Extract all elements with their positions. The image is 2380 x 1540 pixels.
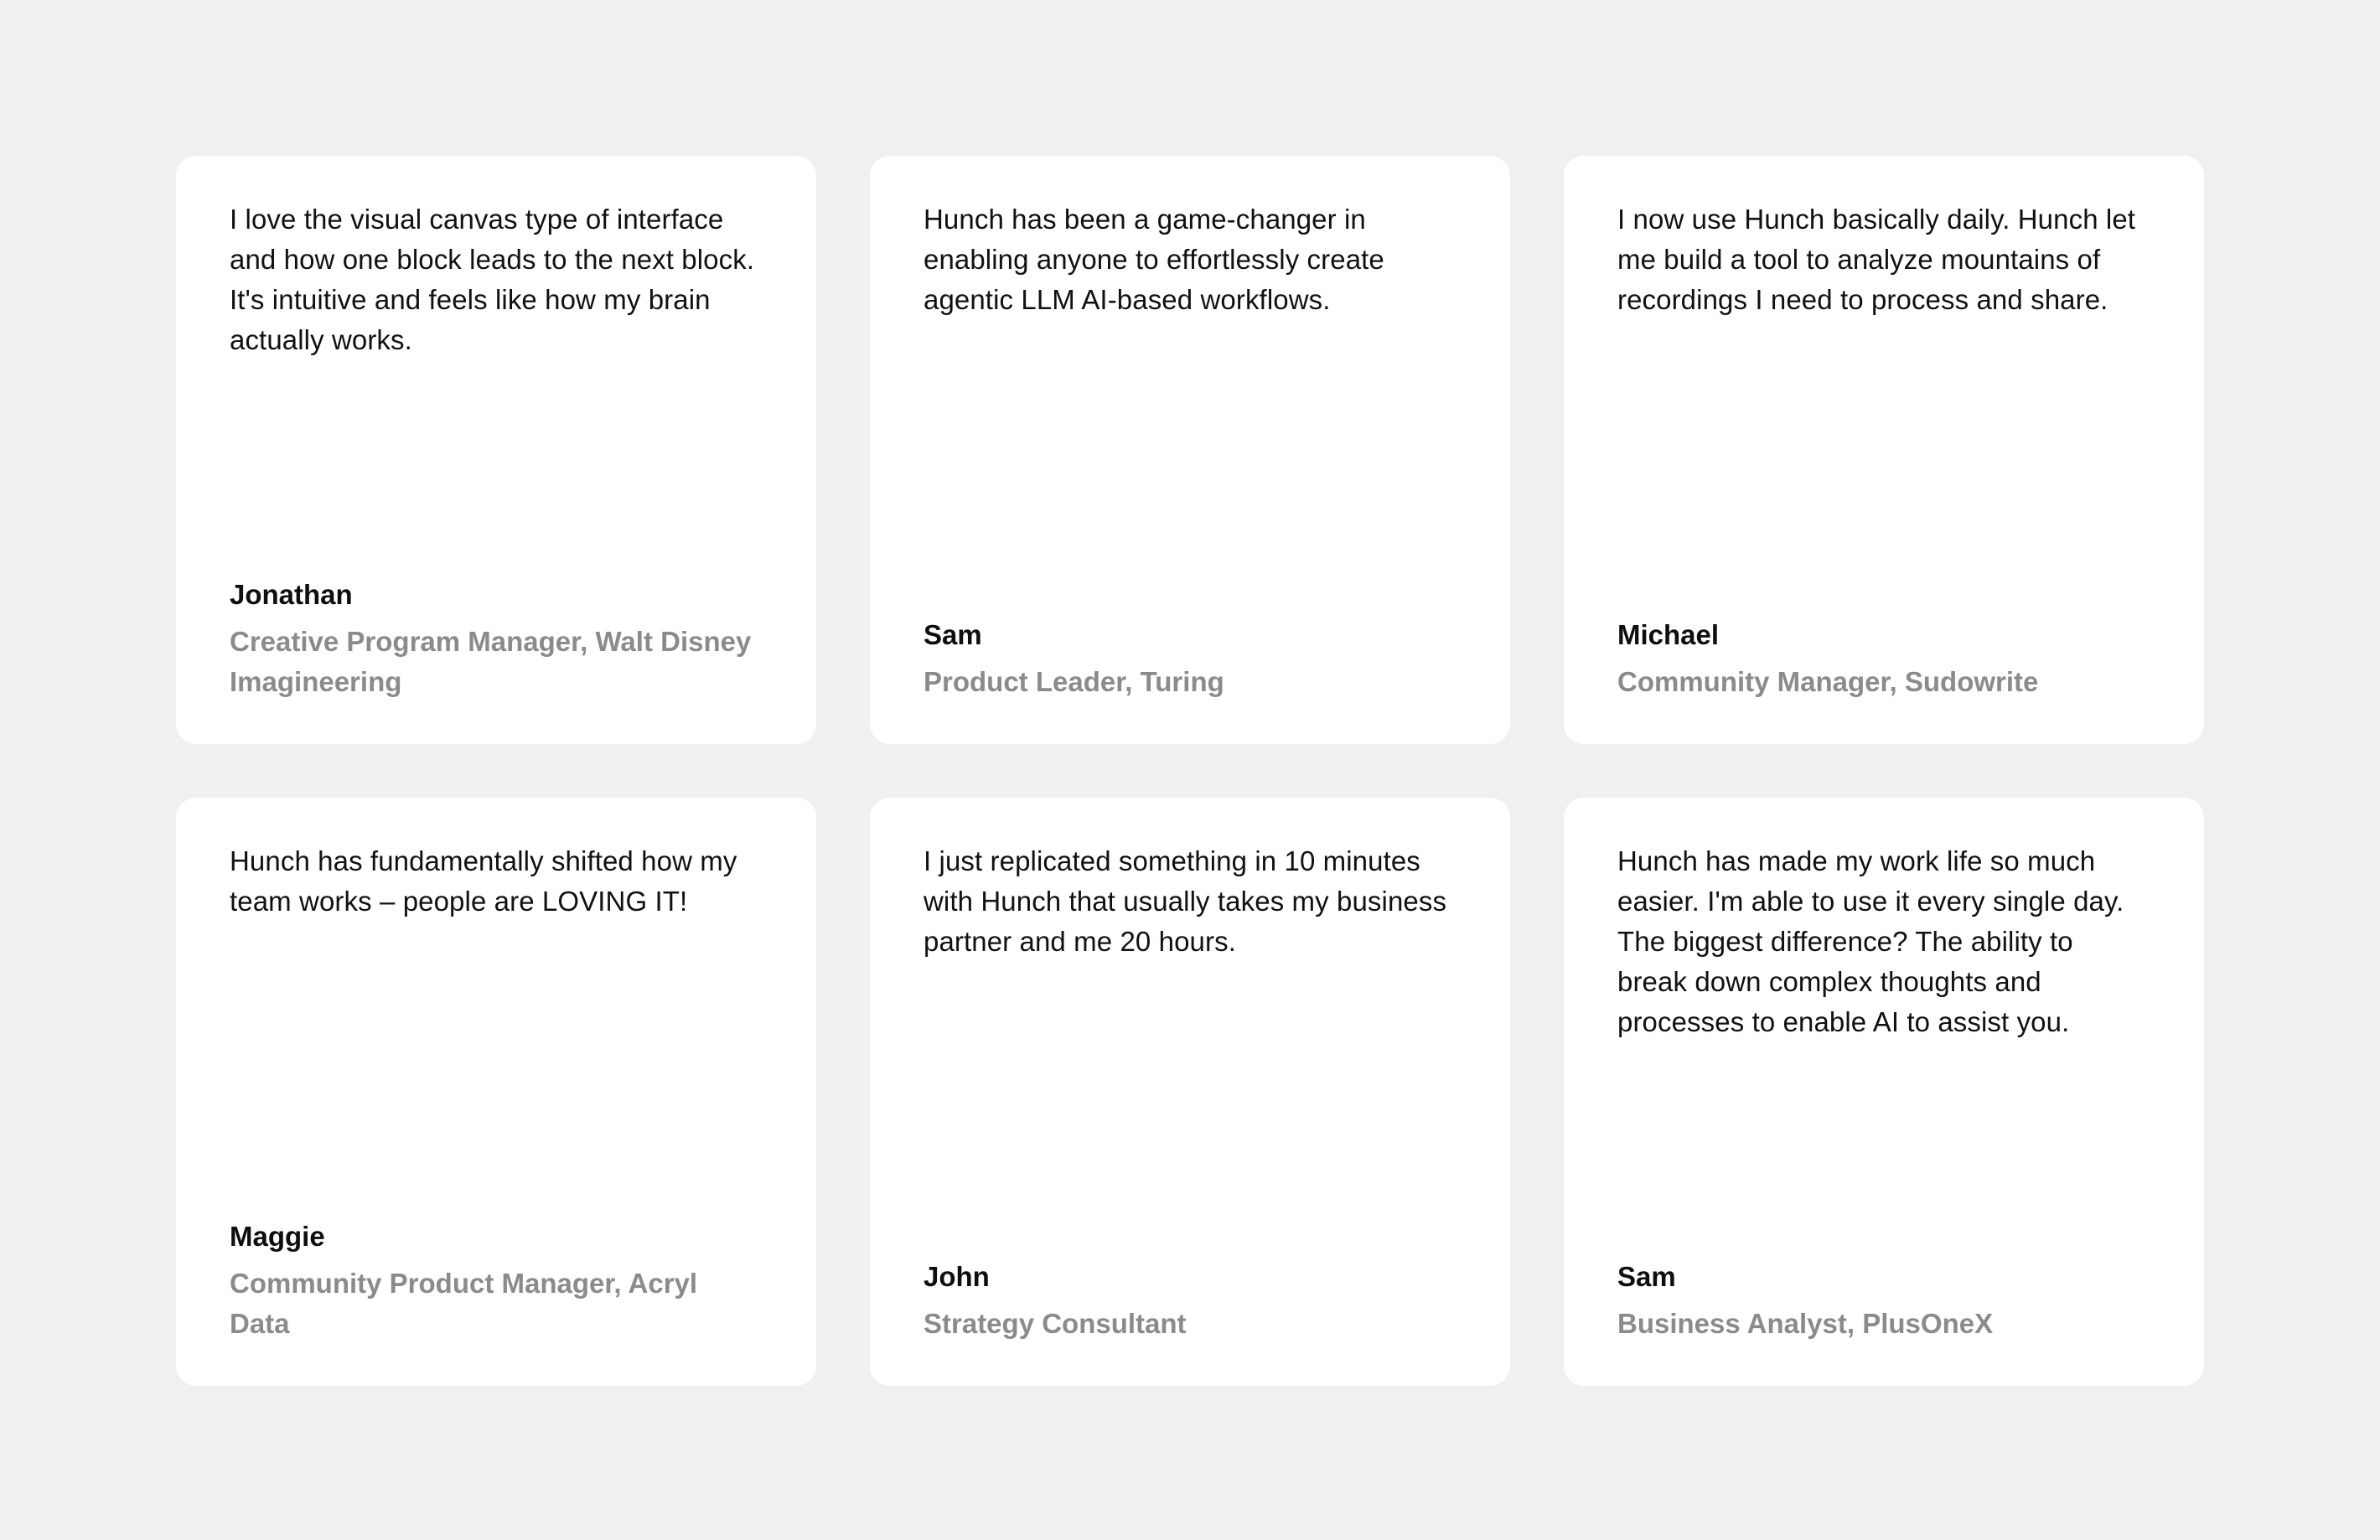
testimonial-quote: Hunch has been a game-changer in enablin… [924,204,1384,315]
author-role: Product Leader, Turing [924,666,1224,697]
author-role: Business Analyst, PlusOneX [1617,1308,1994,1339]
author-name: Maggie [230,1221,325,1252]
author-name: John [924,1261,990,1292]
author-role: Community Product Manager, Acryl Data [230,1268,698,1339]
testimonial-author: John Strategy Consultant [924,1257,1456,1344]
testimonial-card: Hunch has been a game-changer in enablin… [870,156,1510,744]
author-name: Sam [1617,1261,1676,1292]
testimonial-author: Sam Product Leader, Turing [924,615,1456,702]
testimonial-quote: I love the visual canvas type of interfa… [230,204,755,355]
author-role: Strategy Consultant [924,1308,1187,1339]
testimonial-author: Jonathan Creative Program Manager, Walt … [230,575,763,702]
testimonial-card: Hunch has made my work life so much easi… [1564,798,2204,1386]
testimonial-quote: Hunch has made my work life so much easi… [1617,845,2124,1037]
author-name: Jonathan [230,579,353,610]
testimonial-author: Michael Community Manager, Sudowrite [1617,615,2150,702]
author-name: Michael [1617,619,1720,650]
testimonial-quote: I now use Hunch basically daily. Hunch l… [1617,204,2136,315]
testimonial-author: Maggie Community Product Manager, Acryl … [230,1217,763,1344]
testimonial-card: Hunch has fundamentally shifted how my t… [176,798,816,1386]
testimonial-author: Sam Business Analyst, PlusOneX [1617,1257,2150,1344]
testimonial-quote: Hunch has fundamentally shifted how my t… [230,845,737,917]
author-name: Sam [924,619,982,650]
testimonial-card: I love the visual canvas type of interfa… [176,156,816,744]
author-role: Community Manager, Sudowrite [1617,666,2039,697]
testimonial-quote: I just replicated something in 10 minute… [924,845,1447,957]
testimonial-card: I now use Hunch basically daily. Hunch l… [1564,156,2204,744]
testimonials-grid: I love the visual canvas type of interfa… [176,156,2204,1386]
author-role: Creative Program Manager, Walt Disney Im… [230,626,752,697]
testimonial-card: I just replicated something in 10 minute… [870,798,1510,1386]
